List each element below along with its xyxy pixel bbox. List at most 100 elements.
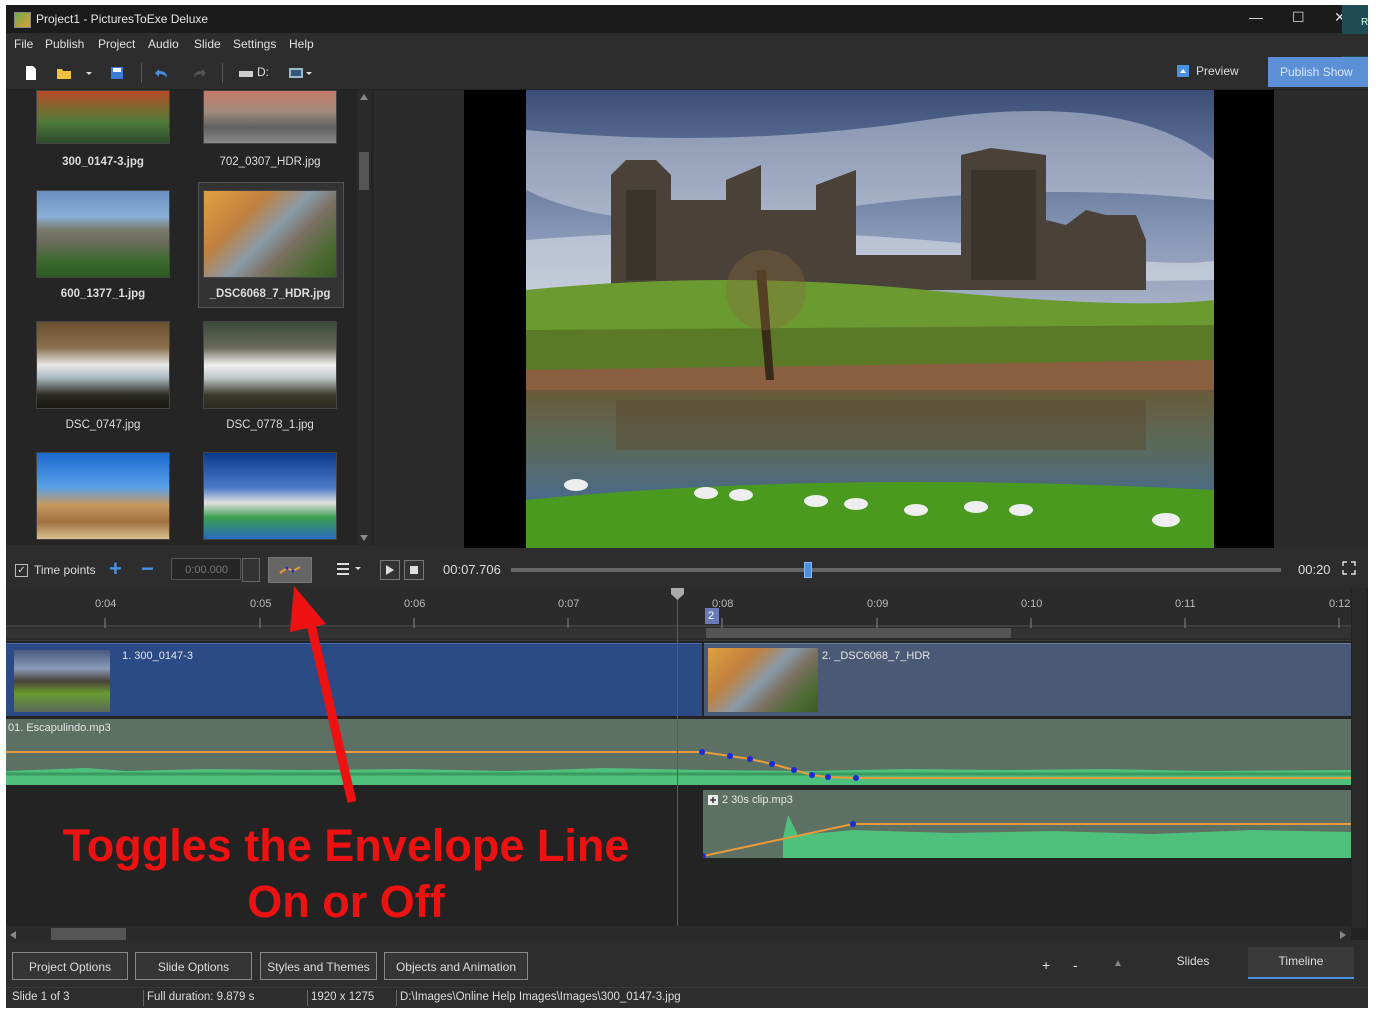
slide-label: 1. 300_0147-3 — [122, 650, 193, 662]
redo-icon[interactable] — [191, 65, 207, 81]
file-thumbnail[interactable] — [203, 321, 337, 409]
status-separator — [396, 990, 397, 1006]
playback-slider-thumb[interactable] — [804, 562, 813, 578]
file-name: 300_0147-3.jpg — [62, 156, 144, 168]
status-bar: Slide 1 of 3 Full duration: 9.879 s 1920… — [6, 987, 1368, 1008]
slide-options-button[interactable]: Slide Options — [135, 952, 252, 980]
timeline: 0:04 0:05 0:06 0:07 0:08 0:09 0:10 0:11 … — [6, 588, 1368, 940]
new-file-icon[interactable] — [23, 65, 39, 81]
timepoint-time-input[interactable]: 0:00.000 — [171, 558, 241, 580]
playhead-handle-icon[interactable] — [671, 588, 684, 600]
timeline-vscrollbar[interactable] — [1352, 588, 1366, 928]
status-separator — [143, 990, 144, 1006]
ruler-tick: 0:12 — [1329, 598, 1351, 610]
maximize-button[interactable]: ☐ — [1292, 9, 1305, 26]
play-button[interactable] — [380, 560, 400, 580]
menu-file[interactable]: File — [14, 37, 33, 51]
slide-thumbnail — [708, 648, 818, 712]
scroll-right-icon[interactable] — [1340, 931, 1346, 939]
slide-marker[interactable]: 2 — [708, 610, 714, 622]
file-thumbnail[interactable] — [203, 190, 337, 278]
status-duration: Full duration: 9.879 s — [147, 991, 255, 1003]
add-timepoint-button[interactable]: + — [109, 556, 122, 582]
stop-icon — [410, 566, 418, 574]
drive-icon[interactable] — [238, 65, 254, 81]
menu-project[interactable]: Project — [98, 37, 135, 51]
minimize-button[interactable]: — — [1249, 9, 1263, 25]
styles-and-themes-button[interactable]: Styles and Themes — [260, 952, 377, 980]
tab-timeline[interactable]: Timeline — [1248, 947, 1354, 979]
status-size: 1920 x 1275 — [311, 991, 375, 1003]
menu-list-icon[interactable] — [337, 562, 363, 576]
envelope-icon — [279, 566, 301, 574]
toolbar: D: Preview — [6, 57, 1368, 90]
stop-button[interactable] — [404, 560, 424, 580]
project-options-button[interactable]: Project Options — [12, 952, 128, 980]
objects-and-animation-button[interactable]: Objects and Animation — [384, 952, 528, 980]
timepoints-checkbox[interactable]: ✓ — [15, 564, 28, 577]
playback-slider[interactable] — [511, 562, 1281, 578]
file-thumbnail[interactable] — [36, 452, 170, 540]
publish-show-button[interactable]: Publish Show — [1268, 57, 1368, 87]
collapse-button[interactable]: ▲ — [1113, 958, 1123, 969]
file-thumbnail[interactable] — [36, 90, 170, 144]
annotation-line-1: Toggles the Envelope Line — [62, 820, 630, 871]
menu-audio[interactable]: Audio — [148, 37, 179, 51]
ruler-tick: 0:07 — [558, 598, 580, 610]
timeline-hscrollbar[interactable] — [6, 926, 1351, 942]
zoom-out-button[interactable]: - — [1073, 957, 1078, 973]
file-thumbnail[interactable] — [36, 190, 170, 278]
annotation-line-2: On or Off — [247, 876, 445, 927]
file-browser-scrollbar[interactable] — [357, 90, 371, 545]
timeline-control-bar: ✓ Time points + − 0:00.000 00:07.706 00:… — [6, 550, 1368, 588]
status-separator — [307, 990, 308, 1006]
save-icon[interactable] — [109, 65, 125, 81]
ruler-tick: 0:08 — [712, 598, 734, 610]
ruler-tick: 0:04 — [95, 598, 117, 610]
file-name: DSC_0778_1.jpg — [226, 419, 314, 431]
tab-slides[interactable]: Slides — [1143, 947, 1243, 977]
file-thumbnail[interactable] — [203, 452, 337, 540]
audio-track-1[interactable]: 01. Escapulindo.mp3 — [6, 719, 1351, 785]
castle-photo — [526, 90, 1214, 548]
app-window: Project1 - PicturesToExe Deluxe — ☐ ✕ R … — [6, 5, 1368, 1008]
drive-label: D: — [257, 65, 269, 79]
file-name: _DSC6068_7_HDR.jpg — [209, 288, 331, 300]
preview-image — [526, 90, 1214, 548]
file-name: 702_0307_HDR.jpg — [219, 156, 321, 168]
menu-help[interactable]: Help — [289, 37, 314, 51]
bottom-bar: Project Options Slide Options Styles and… — [6, 945, 1368, 985]
open-folder-icon[interactable] — [56, 65, 72, 81]
window-title: Project1 - PicturesToExe Deluxe — [36, 12, 209, 26]
remove-timepoint-button[interactable]: − — [141, 556, 154, 582]
annotation-text: Toggles the Envelope Line On or Off — [6, 818, 696, 930]
file-thumbnail[interactable] — [203, 90, 337, 144]
preview-label: Preview — [1196, 64, 1239, 78]
scroll-up-icon[interactable] — [360, 94, 368, 100]
menu-publish[interactable]: Publish — [45, 37, 84, 51]
undo-icon[interactable] — [154, 65, 170, 81]
menu-slide[interactable]: Slide — [194, 37, 221, 51]
zoom-in-button[interactable]: + — [1042, 957, 1050, 973]
time-stepper[interactable] — [242, 558, 260, 582]
file-thumbnail[interactable] — [36, 321, 170, 409]
slide-clip-2[interactable]: 2. _DSC6068_7_HDR — [704, 643, 1351, 716]
ruler-tick: 0:10 — [1021, 598, 1043, 610]
scroll-down-icon[interactable] — [360, 535, 368, 541]
scrollbar-thumb[interactable] — [359, 152, 369, 190]
file-name: DSC_0747.jpg — [65, 419, 141, 431]
fullscreen-icon[interactable] — [1342, 561, 1356, 575]
app-icon — [14, 12, 31, 28]
audio-waveform-1 — [6, 749, 1351, 785]
current-time: 00:07.706 — [443, 562, 501, 577]
view-mode-icon[interactable] — [288, 65, 314, 81]
hscroll-thumb[interactable] — [51, 928, 126, 940]
ruler-tick: 0:11 — [1175, 598, 1196, 610]
status-path: D:\Images\Online Help Images\Images\300_… — [400, 991, 681, 1003]
timepoints-label: Time points — [34, 563, 96, 577]
chevron-down-icon[interactable] — [84, 65, 94, 81]
menu-settings[interactable]: Settings — [233, 37, 276, 51]
annotation-arrow — [290, 586, 357, 804]
audio-track-2[interactable]: 2 30s clip.mp3 — [703, 790, 1351, 858]
scroll-left-icon[interactable] — [10, 931, 16, 939]
